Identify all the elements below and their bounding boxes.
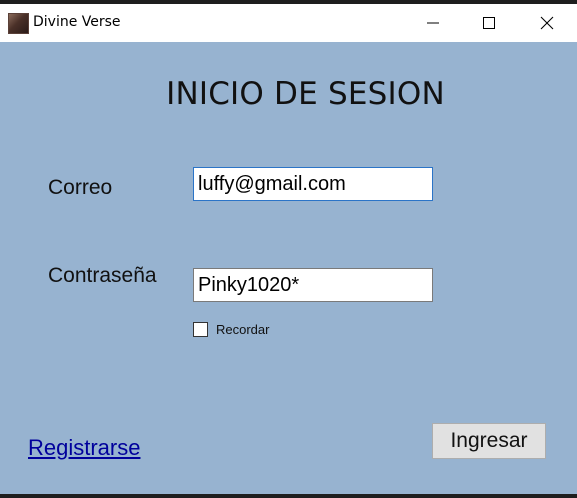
login-button[interactable]: Ingresar [432,423,546,459]
window-title: Divine Verse [33,14,121,30]
minimize-icon [427,22,439,24]
password-field[interactable]: Pinky1020* [193,268,433,302]
app-thumbnail-icon [8,13,29,34]
maximize-icon [483,17,495,29]
login-form: INICIO DE SESION Correo luffy@gmail.com … [0,42,577,494]
window-bottom-border [0,494,577,498]
remember-label[interactable]: Recordar [216,322,269,337]
password-label: Contraseña [48,264,157,287]
page-title: INICIO DE SESION [166,76,445,112]
close-icon [540,16,554,30]
email-label: Correo [48,176,113,199]
register-link[interactable]: Registrarse [28,435,140,461]
email-field[interactable]: luffy@gmail.com [193,167,433,201]
close-button[interactable] [524,4,570,42]
title-bar[interactable]: Divine Verse [0,4,577,42]
minimize-button[interactable] [410,4,456,42]
remember-checkbox[interactable] [193,322,208,337]
maximize-button[interactable] [466,4,512,42]
